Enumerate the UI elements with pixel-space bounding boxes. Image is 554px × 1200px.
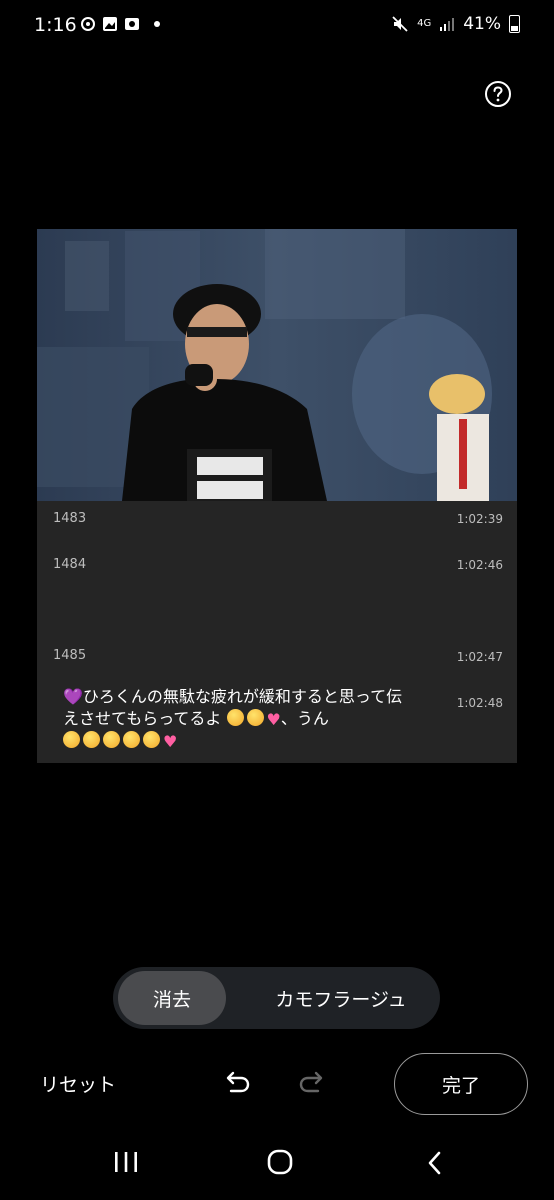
battery-icon	[509, 15, 520, 33]
camouflage-mode-button[interactable]: カモフラージュ	[251, 971, 431, 1025]
status-time: 1:16	[34, 14, 77, 36]
emoji-group: ♥	[226, 708, 281, 731]
edited-image[interactable]: 1483 1:02:39 1484 1:02:46 1485 1:02:47 1…	[37, 229, 517, 763]
message-number: 1485	[53, 648, 87, 663]
grinning-face-icon	[103, 731, 120, 748]
home-icon[interactable]	[266, 1148, 294, 1176]
erase-mode-button[interactable]: 消去	[118, 971, 226, 1025]
message-suffix: 、うん	[280, 709, 329, 728]
system-status: 4G 41%	[391, 14, 520, 34]
chat-log: 1483 1:02:39 1484 1:02:46 1485 1:02:47 1…	[37, 501, 517, 763]
more-notifications-dot	[154, 21, 160, 27]
chat-message: 💜ひろくんの無駄な疲れが緩和すると思って伝 えさせてもらってるよ ♥ 、うん ♥	[63, 686, 453, 753]
mode-selector: 消去 カモフラージュ	[113, 967, 440, 1029]
battery-percent: 41%	[463, 14, 501, 34]
back-icon[interactable]	[424, 1150, 446, 1176]
grinning-face-icon	[123, 731, 140, 748]
smiling-face-icon	[63, 731, 80, 748]
done-button[interactable]: 完了	[394, 1053, 528, 1115]
redo-icon[interactable]	[297, 1068, 327, 1098]
smiling-face-icon	[226, 708, 244, 726]
help-icon[interactable]	[484, 80, 512, 108]
notification-icons	[80, 16, 160, 32]
link-notification-icon	[81, 17, 95, 31]
sparkling-heart-icon: ♥	[266, 709, 281, 729]
emoji-group: ♥	[63, 731, 177, 753]
message-line-2: えさせてもらってるよ	[63, 709, 222, 728]
sparkling-heart-icon: ♥	[163, 732, 178, 751]
mute-icon	[392, 16, 408, 32]
message-time: 1:02:46	[456, 558, 503, 572]
status-bar: 1:16 4G 41%	[0, 0, 554, 56]
reset-button[interactable]: リセット	[40, 1070, 116, 1097]
signal-icon	[440, 18, 455, 31]
purple-heart-icon: 💜	[63, 687, 83, 706]
message-line-1: ひろくんの無駄な疲れが緩和すると思って伝	[82, 687, 403, 706]
recent-apps-icon[interactable]	[112, 1150, 140, 1174]
message-time: 1:02:47	[456, 650, 503, 664]
photo-editor-screen: 1:16 4G 41% 1483 1:02:39 1484 1:02:46 14…	[0, 0, 554, 1200]
message-number: 1484	[53, 557, 87, 572]
camera-notification-icon	[125, 18, 139, 30]
message-time: 1:02:48	[456, 696, 503, 710]
gallery-notification-icon	[103, 17, 117, 31]
smiling-face-icon	[83, 731, 100, 748]
network-type: 4G	[417, 18, 432, 29]
grinning-face-icon	[143, 731, 160, 748]
message-time: 1:02:39	[456, 512, 503, 526]
smiling-face-icon	[246, 708, 264, 726]
photo-content	[37, 229, 517, 501]
undo-icon[interactable]	[222, 1068, 252, 1098]
message-number: 1483	[53, 511, 87, 526]
